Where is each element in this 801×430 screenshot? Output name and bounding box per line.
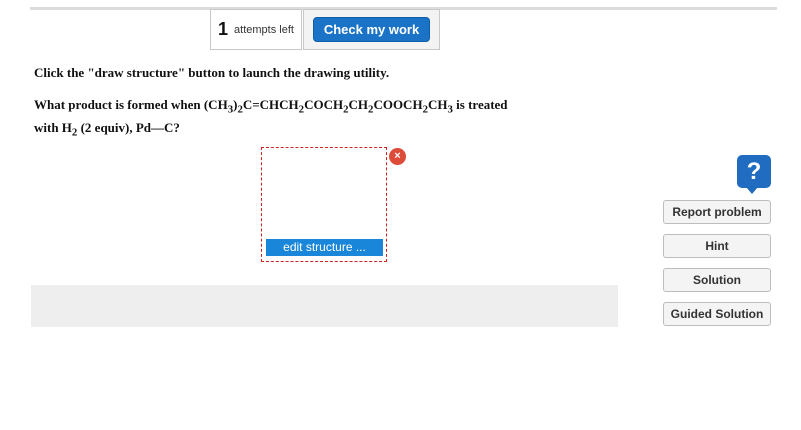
close-icon[interactable]: × bbox=[389, 148, 406, 165]
instruction-text: Click the "draw structure" button to lau… bbox=[34, 65, 390, 80]
check-my-work-button[interactable]: Check my work bbox=[312, 17, 431, 42]
feedback-area bbox=[31, 285, 618, 327]
report-problem-button[interactable]: Report problem bbox=[663, 200, 771, 224]
help-icon[interactable]: ? bbox=[737, 155, 771, 194]
hint-button[interactable]: Hint bbox=[663, 234, 771, 258]
edit-structure-button[interactable]: edit structure ... bbox=[266, 239, 383, 256]
attempts-number: 1 bbox=[218, 19, 229, 39]
question-text: What product is formed when (CH3)2C=CHCH… bbox=[34, 97, 508, 139]
attempts-label: attempts left bbox=[234, 23, 294, 36]
solution-button[interactable]: Solution bbox=[663, 268, 771, 292]
check-panel: Check my work bbox=[303, 9, 440, 50]
guided-solution-button[interactable]: Guided Solution bbox=[663, 302, 771, 326]
attempts-counter: 1 attempts left bbox=[210, 9, 302, 50]
